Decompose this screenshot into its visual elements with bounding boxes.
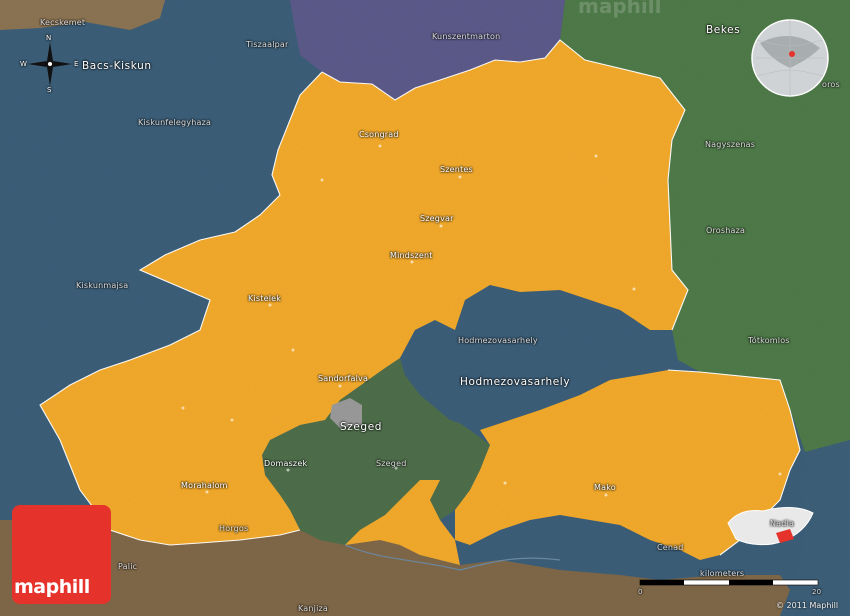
place-label: Sandorfalva — [318, 374, 369, 383]
globe-icon — [751, 19, 829, 97]
place-label: Tótkomlos — [748, 336, 790, 345]
region-label: Bekes — [706, 24, 741, 36]
place-label: Mako — [594, 483, 616, 492]
place-label: Morahalom — [181, 481, 228, 490]
place-label: Csongrad — [359, 130, 399, 139]
place-label: oros — [822, 80, 840, 89]
place-label: Kunszentmarton — [432, 32, 501, 41]
watermark: maphill — [578, 0, 662, 18]
compass-south: S — [47, 86, 52, 94]
compass-east: E — [74, 60, 79, 68]
place-label: Szegvar — [420, 214, 454, 223]
place-label: Nadla — [770, 519, 795, 528]
place-label: Kiskunfelegyhaza — [138, 118, 212, 127]
place-label: Oroshaza — [706, 226, 746, 235]
region-label: Szeged — [340, 421, 383, 433]
place-label: Szeged — [376, 459, 407, 468]
place-label: Cenad — [657, 543, 684, 552]
place-label: Hodmezovasarhely — [458, 336, 538, 345]
logo-text: maphill — [14, 576, 90, 598]
place-label: Kistelek — [248, 294, 282, 303]
place-label: Kanjiza — [298, 604, 329, 613]
region-label: Bacs-Kiskun — [82, 60, 152, 72]
map-regions — [0, 0, 850, 616]
maphill-logo[interactable]: maphill — [12, 505, 111, 604]
place-label: Kecskemet — [40, 18, 86, 27]
place-label: Domaszek — [264, 459, 308, 468]
scale-label: kilometers — [700, 569, 745, 578]
copyright: © 2011 Maphill — [776, 601, 839, 610]
compass-west: W — [20, 60, 28, 68]
scale-start: 0 — [638, 588, 643, 596]
place-label: Tiszaalpar — [246, 40, 289, 49]
compass-north: N — [46, 34, 52, 42]
place-label: Nagyszenas — [705, 140, 756, 149]
place-label: Szentes — [440, 165, 473, 174]
place-label: Palic — [118, 562, 138, 571]
map-canvas: maphill Kecskemet Tiszaalpar Kunszentmar… — [0, 0, 850, 616]
place-label: Kiskunmajsa — [76, 281, 129, 290]
place-label: Horgos — [219, 524, 249, 533]
scale-end: 20 — [812, 588, 822, 596]
scale-bar — [639, 579, 819, 586]
place-label: Mindszent — [390, 251, 433, 260]
region-label: Hodmezovasarhely — [460, 376, 571, 388]
